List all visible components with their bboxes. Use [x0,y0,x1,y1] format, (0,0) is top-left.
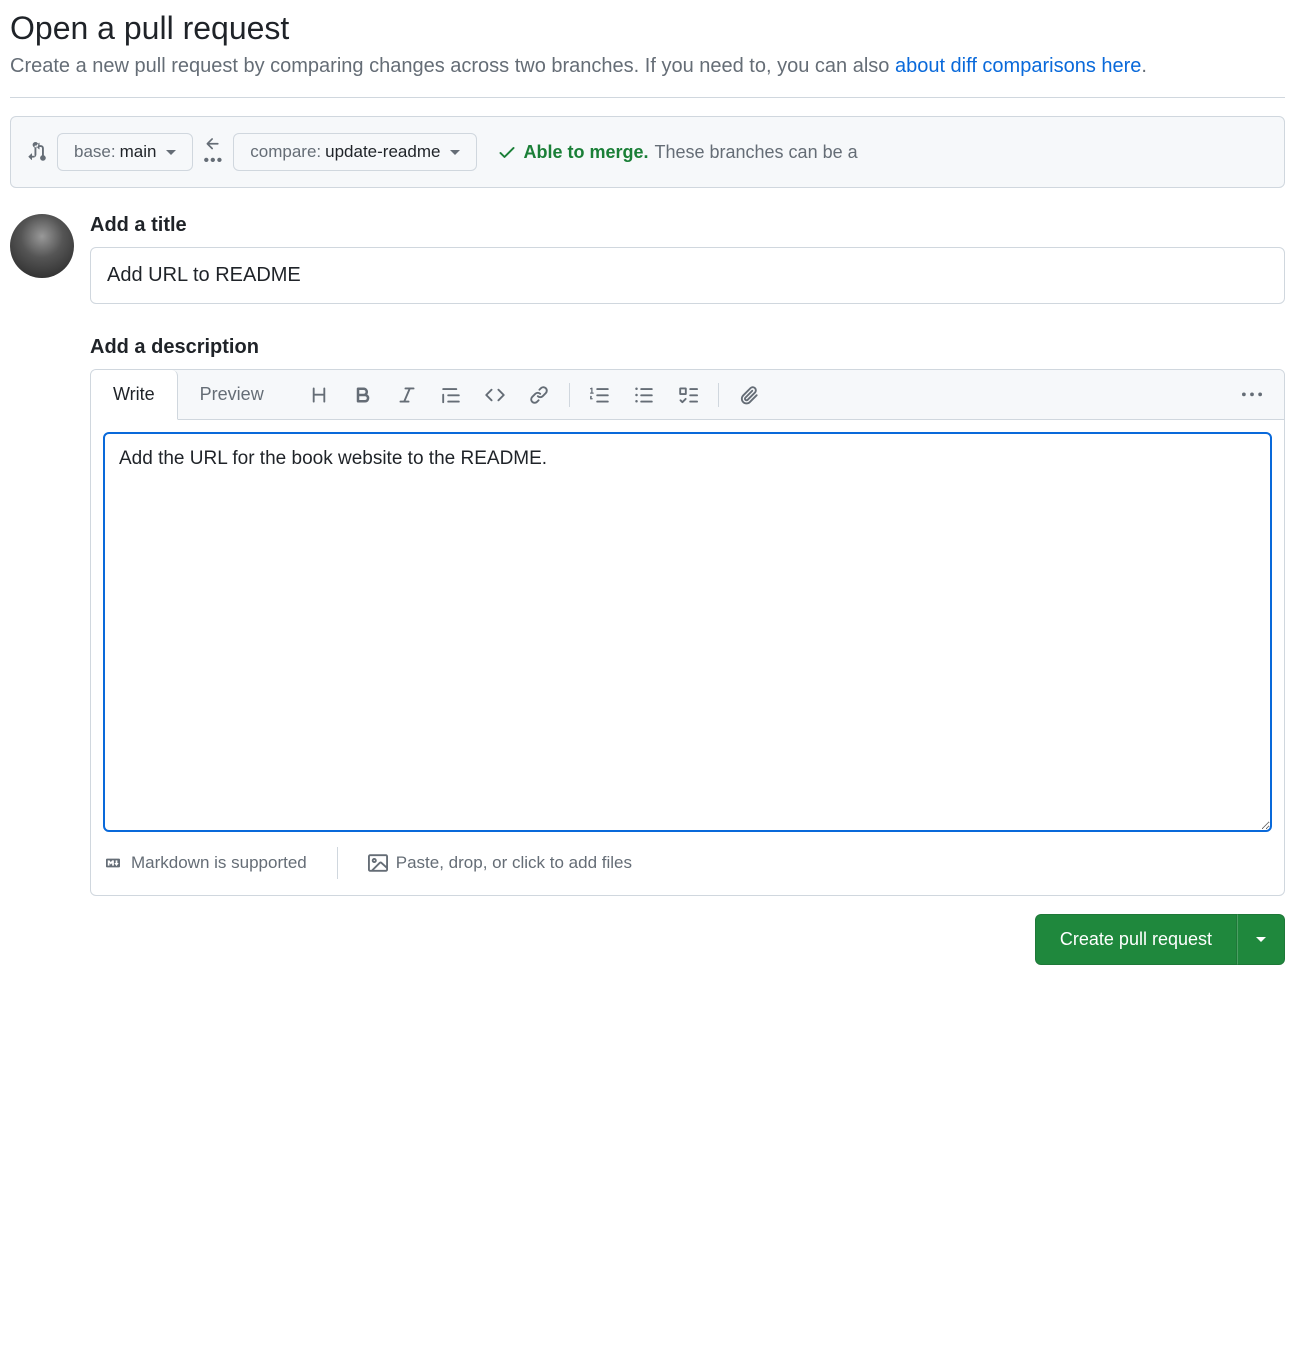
title-label: Add a title [90,214,1285,237]
markdown-icon [103,856,123,870]
code-icon [485,385,505,405]
quote-icon [441,385,461,405]
header-divider [10,97,1285,98]
ordered-list-button[interactable] [578,377,622,413]
tabs-row: Write Preview [91,370,1284,420]
image-icon [368,853,388,873]
unordered-list-button[interactable] [622,377,666,413]
actions-row: Create pull request [90,914,1285,965]
footer-divider [337,847,338,879]
kebab-icon [1242,385,1262,405]
toolbar [297,377,771,413]
quote-button[interactable] [429,377,473,413]
ordered-list-icon [590,385,610,405]
base-branch-select[interactable]: base: main [57,133,193,171]
link-icon [529,385,549,405]
diff-comparisons-link[interactable]: about diff comparisons here [895,55,1141,77]
create-pr-dropdown[interactable] [1237,914,1285,965]
caret-down-icon [450,150,460,155]
attach-files[interactable]: Paste, drop, or click to add files [368,853,632,873]
task-list-button[interactable] [666,377,710,413]
heading-icon [309,385,329,405]
attach-text: Paste, drop, or click to add files [396,853,632,873]
subtitle-text: Create a new pull request by comparing c… [10,55,895,77]
tab-preview[interactable]: Preview [178,370,287,419]
comment-box: Write Preview [90,369,1285,896]
unordered-list-icon [634,385,654,405]
bold-icon [353,385,373,405]
heading-button[interactable] [297,377,341,413]
create-pr-button[interactable]: Create pull request [1035,914,1237,965]
textarea-wrapper [91,420,1284,847]
compare-branch-select[interactable]: compare: update-readme [233,133,477,171]
kebab-menu-button[interactable] [1230,377,1274,413]
compare-arrow: ••• [203,135,223,169]
ellipsis-icon: ••• [203,153,223,169]
code-button[interactable] [473,377,517,413]
italic-icon [397,385,417,405]
compare-prefix: compare: [250,142,321,162]
title-input[interactable] [90,247,1285,304]
subtitle-suffix: . [1141,55,1147,77]
page-subtitle: Create a new pull request by comparing c… [10,51,1285,81]
form-column: Add a title Add a description Write Prev… [90,214,1285,965]
toolbar-right [1230,377,1284,413]
markdown-text: Markdown is supported [131,853,307,873]
check-icon [497,142,517,162]
caret-down-icon [166,150,176,155]
toolbar-divider [569,383,570,407]
avatar[interactable] [10,214,74,278]
create-pr-group: Create pull request [1035,914,1285,965]
arrow-left-icon [204,135,222,153]
git-compare-icon [27,142,47,162]
toolbar-divider [718,383,719,407]
paperclip-icon [739,385,759,405]
tab-write[interactable]: Write [91,370,178,420]
task-list-icon [678,385,698,405]
markdown-help[interactable]: Markdown is supported [103,853,307,873]
description-label: Add a description [90,336,1285,359]
attach-button[interactable] [727,377,771,413]
base-prefix: base: [74,142,116,162]
comment-footer: Markdown is supported Paste, drop, or cl… [91,847,1284,895]
merge-status: Able to merge. These branches can be a [497,142,857,163]
compare-branch-name: update-readme [325,142,440,162]
caret-down-icon [1256,937,1266,942]
italic-button[interactable] [385,377,429,413]
base-branch-name: main [120,142,157,162]
main-row: Add a title Add a description Write Prev… [10,214,1285,965]
compare-bar: base: main ••• compare: update-readme Ab… [10,116,1285,188]
link-button[interactable] [517,377,561,413]
bold-button[interactable] [341,377,385,413]
merge-able-text: Able to merge. [523,142,648,163]
merge-rest-text: These branches can be a [654,142,857,163]
description-textarea[interactable] [103,432,1272,832]
page-title: Open a pull request [10,10,1285,47]
